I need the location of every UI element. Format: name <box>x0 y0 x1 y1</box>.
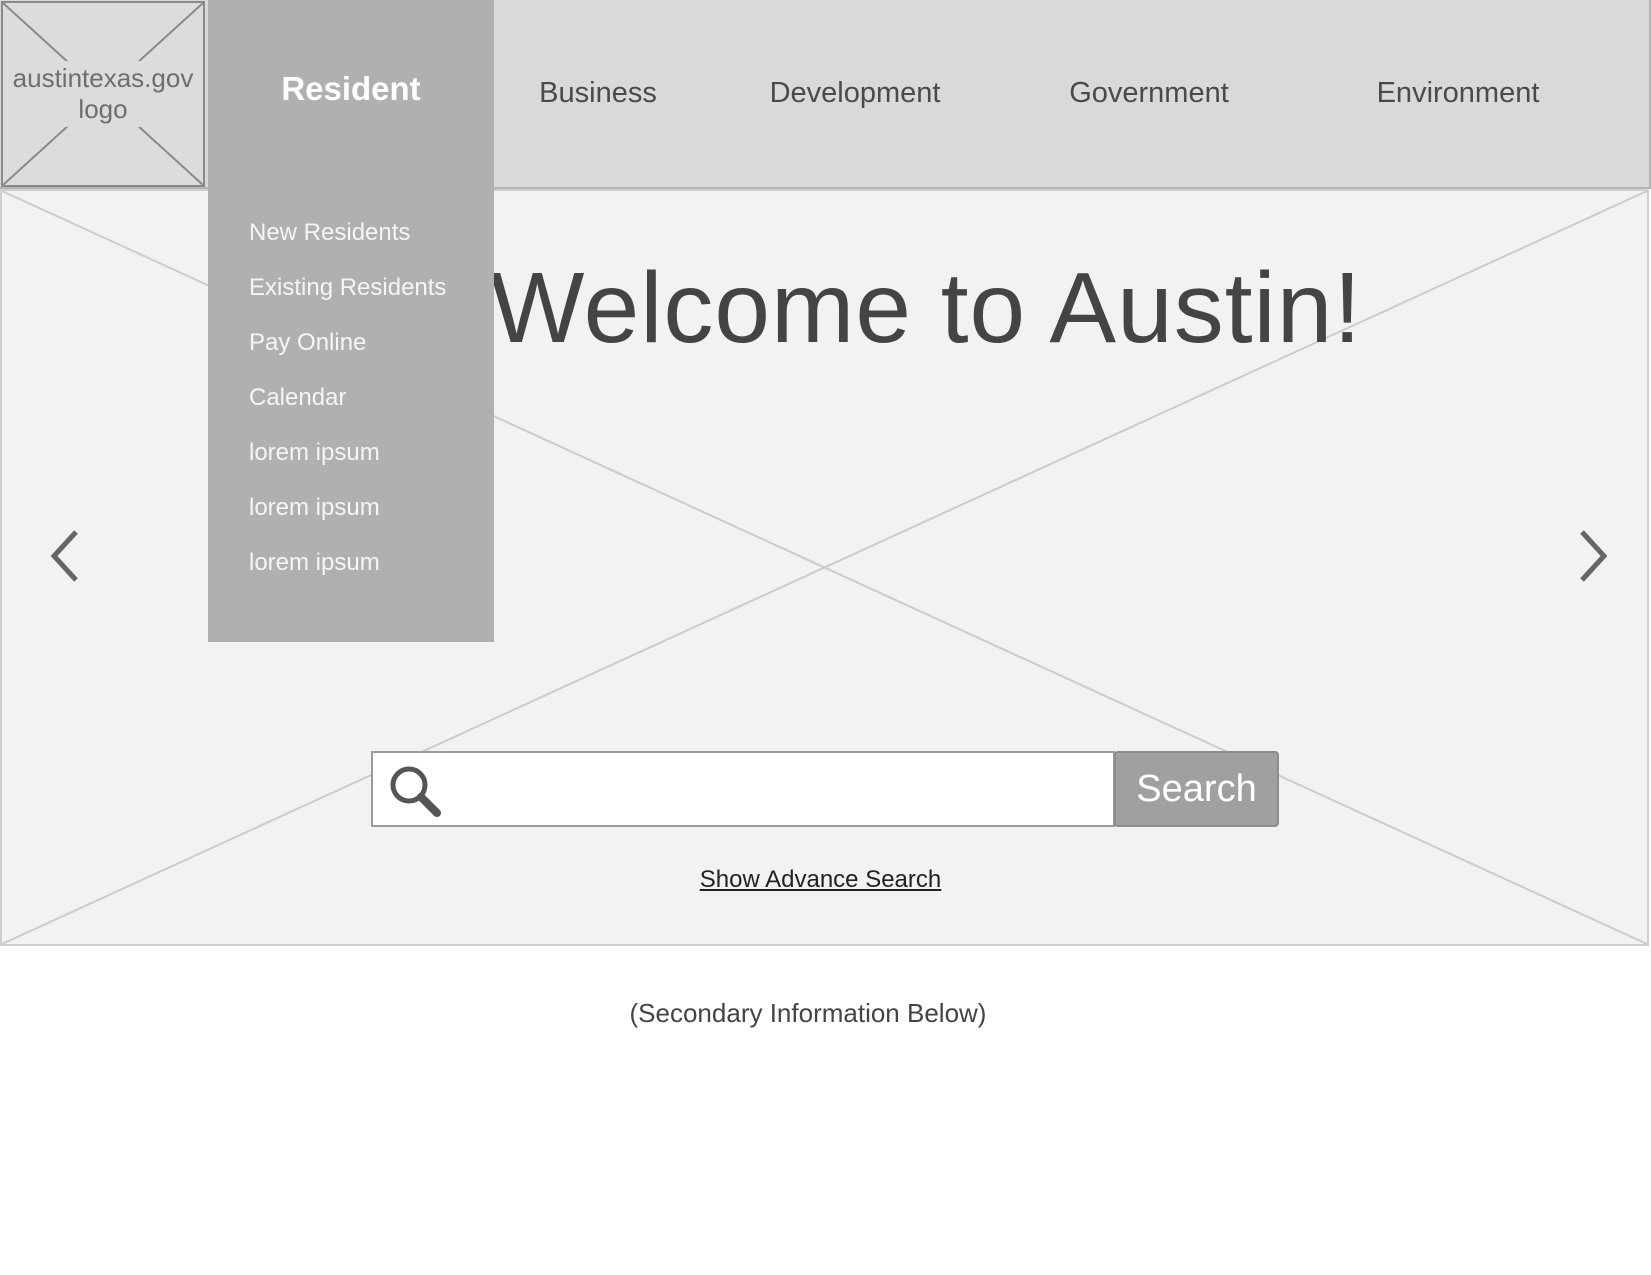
nav-item-business[interactable]: Business <box>494 0 702 187</box>
logo-text: austintexas.gov logo <box>12 63 194 124</box>
dropdown-item-calendar[interactable]: Calendar <box>249 383 446 438</box>
nav-item-resident[interactable]: Resident New Residents Existing Resident… <box>208 0 494 642</box>
nav-item-development[interactable]: Development <box>738 0 972 187</box>
dropdown-item-lorem-ipsum[interactable]: lorem ipsum <box>249 548 446 603</box>
secondary-info-note: (Secondary Information Below) <box>629 998 987 1028</box>
hero-title: Welcome to Austin! <box>490 252 1363 364</box>
site-logo[interactable]: austintexas.gov logo <box>1 1 205 187</box>
resident-dropdown-menu: New Residents Existing Residents Pay Onl… <box>249 218 446 603</box>
chevron-right-icon[interactable] <box>1572 526 1612 591</box>
search-icon <box>387 763 443 824</box>
chevron-left-icon[interactable] <box>46 526 86 591</box>
nav-item-government[interactable]: Government <box>1040 0 1258 187</box>
dropdown-item-new-residents[interactable]: New Residents <box>249 218 446 273</box>
search-text-field[interactable] <box>453 753 1107 827</box>
search-button[interactable]: Search <box>1114 751 1279 827</box>
dropdown-item-lorem-ipsum[interactable]: lorem ipsum <box>249 438 446 493</box>
dropdown-item-lorem-ipsum[interactable]: lorem ipsum <box>249 493 446 548</box>
nav-item-resident-label[interactable]: Resident <box>208 70 494 108</box>
dropdown-item-existing-residents[interactable]: Existing Residents <box>249 273 446 328</box>
nav-item-environment[interactable]: Environment <box>1348 0 1568 187</box>
show-advance-search-link[interactable]: Show Advance Search <box>700 866 942 893</box>
dropdown-item-pay-online[interactable]: Pay Online <box>249 328 446 383</box>
search-input[interactable] <box>371 751 1115 827</box>
